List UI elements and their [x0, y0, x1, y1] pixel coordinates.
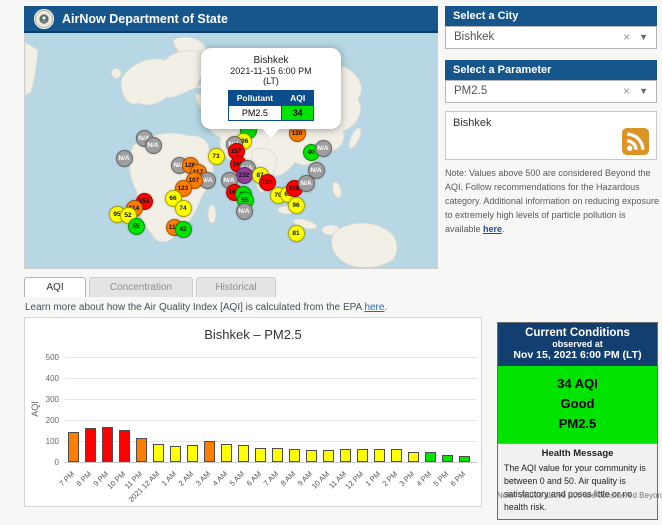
cc-aqi-value: 34 AQI: [557, 376, 598, 391]
parameter-clear-icon[interactable]: ×: [623, 81, 630, 102]
city-clear-icon[interactable]: ×: [623, 27, 630, 48]
learn-more-text: Learn more about how the Air Quality Ind…: [25, 302, 388, 313]
view-tabs: AQI Concentration Historical: [24, 277, 276, 297]
chart-bar: [237, 445, 249, 462]
chart-bar: [339, 449, 351, 462]
chart-gridline: [65, 378, 477, 379]
cc-category: Good: [560, 396, 595, 412]
chart-y-tick: 300: [45, 395, 59, 404]
sidebar-note-link[interactable]: here: [483, 224, 502, 234]
map-marker[interactable]: N/A: [314, 139, 332, 157]
tab-aqi[interactable]: AQI: [24, 277, 86, 297]
chart-bar: [288, 449, 300, 462]
map-marker[interactable]: N/A: [144, 136, 162, 154]
city-select-value: Bishkek: [454, 31, 495, 43]
chart-bar: [424, 452, 436, 462]
popup-timezone: (LT): [263, 76, 279, 86]
cc-observed-label: observed at: [552, 339, 603, 349]
popup-aqi-value: 34: [281, 105, 315, 121]
app-header: AirNow Department of State: [24, 6, 438, 33]
world-map[interactable]: N/AN/AN/AN/A126117N/A1071236674154114955…: [24, 33, 438, 269]
chart-bar: [407, 451, 419, 462]
tab-concentration[interactable]: Concentration: [89, 277, 193, 297]
popup-arrow: [262, 128, 280, 138]
cc-observed-time: Nov 15, 2021 6:00 PM (LT): [513, 349, 642, 361]
chart-bar: [373, 448, 385, 462]
chart-bar: [390, 449, 402, 462]
popup-datetime: 2021-11-15 6:00 PM: [230, 66, 312, 76]
select-parameter-header: Select a Parameter: [445, 60, 657, 80]
popup-col-pollutant: Pollutant: [227, 90, 283, 106]
chart-bar: [458, 455, 470, 462]
chart-bar: [203, 440, 215, 462]
chart-bar: [135, 438, 147, 462]
chart-y-tick: 0: [54, 458, 59, 467]
parameter-select-value: PM2.5: [454, 85, 488, 97]
epa-link[interactable]: here: [364, 302, 384, 313]
chart-bar: [356, 448, 368, 462]
chart-gridline: [65, 462, 477, 463]
chart-bar: [152, 444, 164, 462]
cc-aqi-block: 34 AQI Good PM2.5: [498, 366, 657, 444]
chart-gridline: [65, 357, 477, 358]
map-marker[interactable]: N/A: [297, 174, 315, 192]
cc-pollutant: PM2.5: [558, 416, 597, 432]
chart-bar: [186, 445, 198, 462]
tab-historical[interactable]: Historical: [196, 277, 276, 297]
popup-pollutant: PM2.5: [227, 105, 283, 121]
cc-bottom-note: Note: Values above 500 are considered Be…: [497, 491, 662, 500]
map-marker[interactable]: 74: [174, 199, 192, 217]
chart-bar: [441, 454, 453, 462]
map-marker[interactable]: 73: [207, 147, 225, 165]
app-title: AirNow Department of State: [62, 11, 228, 26]
chart-y-tick: 200: [45, 416, 59, 425]
chart-y-tick: 400: [45, 374, 59, 383]
map-marker[interactable]: N/A: [235, 202, 253, 220]
current-conditions-header: Current Conditions observed at Nov 15, 2…: [498, 323, 657, 366]
select-city-header: Select a City: [445, 6, 657, 26]
parameter-select[interactable]: PM2.5 × ▼: [445, 80, 657, 103]
state-seal-icon: [34, 8, 54, 29]
cc-title: Current Conditions: [525, 327, 630, 339]
map-popup: Bishkek 2021-11-15 6:00 PM (LT) Pollutan…: [201, 48, 341, 138]
chart-title: Bishkek – PM2.5: [204, 327, 302, 342]
chart-y-tick: 500: [45, 353, 59, 362]
chart-bar: [101, 427, 113, 462]
chart-gridline: [65, 420, 477, 421]
city-caret-icon[interactable]: ▼: [639, 27, 648, 48]
map-marker[interactable]: 96: [287, 196, 305, 214]
popup-col-aqi: AQI: [281, 90, 315, 106]
city-select[interactable]: Bishkek × ▼: [445, 26, 657, 49]
chart-bar: [305, 450, 317, 462]
map-marker[interactable]: N/A: [115, 149, 133, 167]
map-marker[interactable]: 232: [235, 166, 253, 184]
chart-bar: [169, 446, 181, 462]
rss-city-label: Bishkek: [453, 117, 492, 129]
cc-health-message: Health Message The AQI value for your co…: [498, 443, 657, 520]
popup-city: Bishkek: [253, 55, 289, 66]
cc-health-title: Health Message: [541, 448, 614, 460]
chart-gridline: [65, 399, 477, 400]
chart-bar: [220, 443, 232, 462]
aqi-chart: Bishkek – PM2.5 AQI 500 400 300 200 100 0 7 PM…: [24, 317, 482, 507]
chart-bar: [84, 428, 96, 462]
parameter-caret-icon[interactable]: ▼: [639, 81, 648, 102]
chart-bar: [67, 431, 79, 462]
chart-bar: [254, 447, 266, 462]
chart-bar: [271, 448, 283, 462]
rss-icon[interactable]: [622, 128, 649, 155]
chart-bar: [118, 430, 130, 462]
rss-box: Bishkek: [445, 111, 657, 160]
chart-bar: [322, 450, 334, 462]
popup-table: Pollutant AQI PM2.5 34: [227, 90, 315, 121]
map-marker[interactable]: 42: [174, 220, 192, 238]
map-marker[interactable]: 55: [127, 217, 145, 235]
cc-health-body: The AQI value for your community is betw…: [504, 463, 646, 512]
chart-y-tick: 100: [45, 437, 59, 446]
map-marker[interactable]: 81: [287, 224, 305, 242]
sidebar-note: Note: Values above 500 are considered Be…: [445, 168, 659, 234]
